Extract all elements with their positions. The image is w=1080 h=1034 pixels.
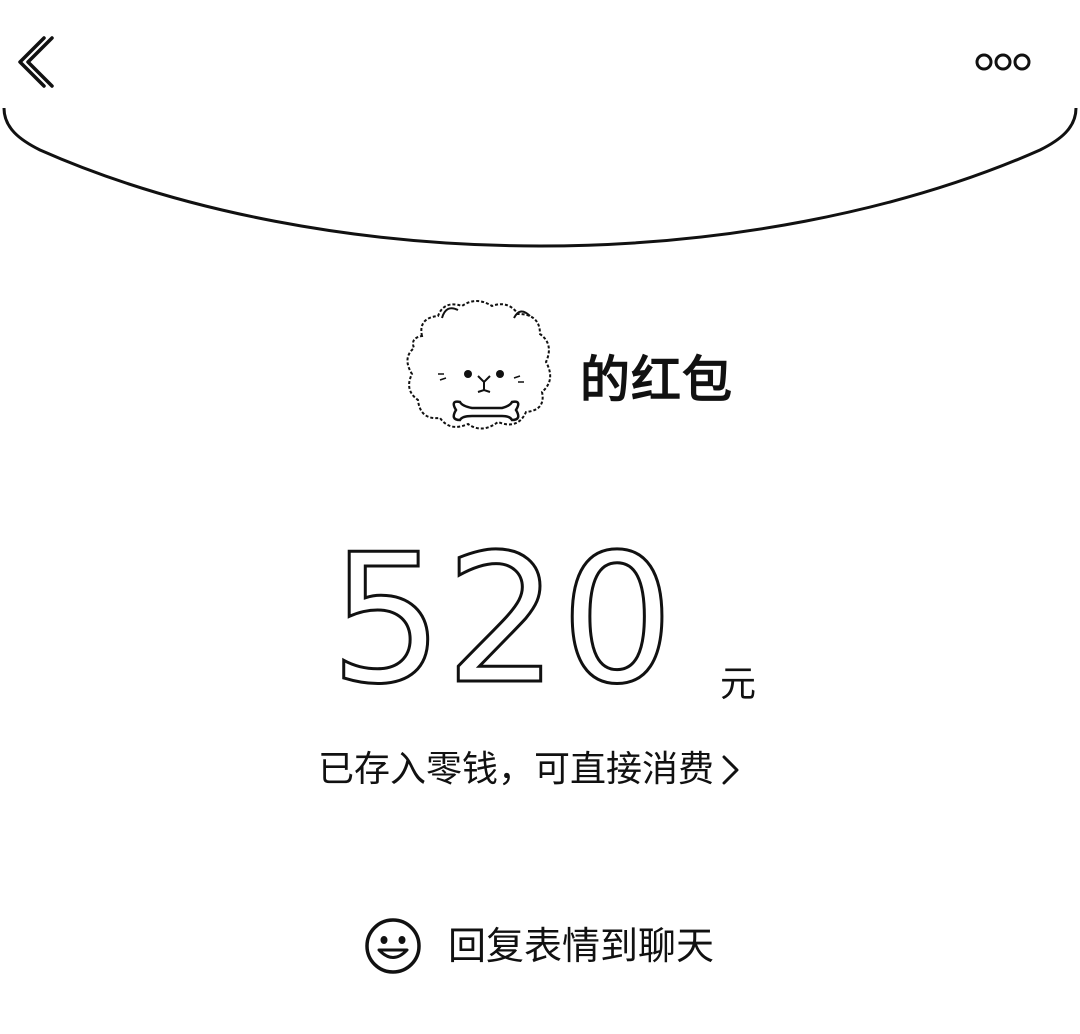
chevron-right-icon [722, 755, 739, 785]
fluffy-dog-avatar [406, 300, 552, 430]
amount-value: 520 [329, 516, 676, 723]
more-dots-icon [975, 53, 1031, 71]
smile-icon [365, 918, 421, 974]
chevron-left-icon [18, 36, 54, 88]
wallet-status-text: 已存入零钱，可直接消费 [318, 749, 715, 790]
header-curve [2, 107, 1078, 248]
avatar [402, 296, 554, 438]
back-button[interactable] [14, 30, 66, 92]
currency-unit: 元 [720, 664, 757, 705]
reply-sticker-button[interactable]: 回复表情到聊天 [364, 914, 714, 978]
wallet-link[interactable]: 已存入零钱，可直接消费 [318, 744, 742, 796]
sender-title: 的红包 [580, 351, 733, 409]
more-button[interactable] [970, 44, 1036, 80]
reply-label: 回复表情到聊天 [448, 924, 715, 968]
